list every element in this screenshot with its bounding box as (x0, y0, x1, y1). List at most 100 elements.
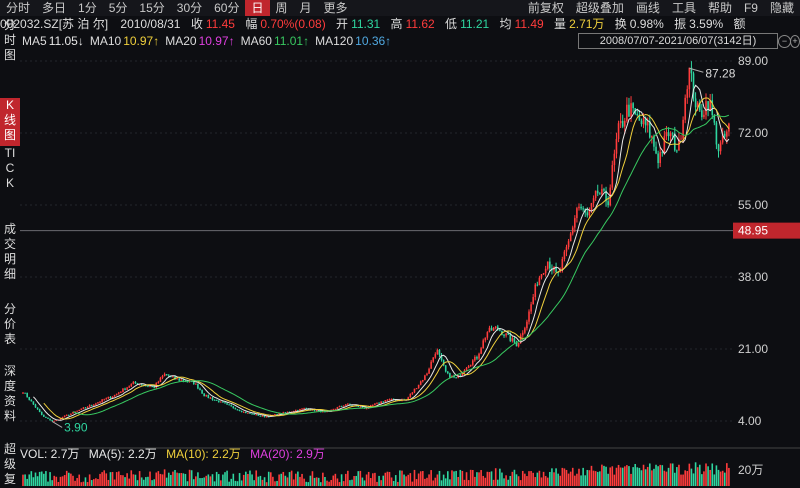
candle-body (715, 122, 718, 145)
candle-body (659, 152, 661, 164)
volume-bar (648, 463, 651, 486)
candle-body (36, 407, 39, 410)
tab-multi-day[interactable]: 多日 (36, 0, 72, 16)
candle-body (180, 379, 183, 381)
zoom-in-icon[interactable]: + (790, 35, 800, 48)
candle-body (532, 297, 534, 305)
candle-body (574, 218, 576, 228)
candle-body (82, 407, 85, 409)
candle-body (526, 321, 528, 329)
volume-bar (257, 476, 260, 486)
candle-body (471, 360, 474, 365)
volume-bar (546, 477, 549, 486)
candle-body (261, 415, 264, 417)
volume-bar (444, 478, 447, 486)
volume-bar (592, 470, 595, 486)
volume-bar (713, 474, 716, 486)
candle-body (505, 333, 507, 336)
candle-body (24, 392, 26, 394)
volume-bar (159, 473, 162, 486)
tab-1min[interactable]: 1分 (72, 0, 103, 16)
volume-bar (642, 464, 645, 486)
candle-body (130, 384, 133, 387)
volume-bar (28, 474, 31, 486)
ma10-line (43, 97, 730, 420)
volume-bar (55, 476, 58, 486)
tools-button[interactable]: 工具 (666, 0, 702, 16)
side-tab-trade-detail[interactable]: 成交明细 (3, 222, 17, 286)
candle-body (99, 401, 101, 403)
ma120-value: 10.36↑ (355, 34, 392, 48)
help-button[interactable]: 帮助 (702, 0, 738, 16)
volume-bar (259, 475, 262, 486)
volume-bar (515, 474, 518, 486)
tab-5min[interactable]: 5分 (103, 0, 134, 16)
candle-body (120, 391, 122, 393)
side-tab-super[interactable]: 超级复 (3, 442, 17, 488)
date-range-box[interactable]: 2008/07/07-2021/06/07(3142日) (578, 33, 778, 49)
tab-intraday[interactable]: 分时 (0, 0, 36, 16)
volume-bar (284, 475, 287, 486)
forward-adjust-button[interactable]: 前复权 (522, 0, 570, 16)
candle-body (109, 396, 112, 399)
candle-body (509, 334, 512, 342)
tab-more[interactable]: 更多 (318, 0, 354, 16)
candle-body (88, 405, 91, 407)
hide-button[interactable]: 隐藏 (764, 0, 800, 16)
candle-body (68, 414, 70, 416)
candle-body (132, 381, 135, 385)
candle-body (117, 392, 120, 394)
volume-bar (505, 475, 507, 486)
kline-chart[interactable]: 89.00 72.00 55.00 38.00 21.00 4.00 48.95 20万 87… (20, 50, 800, 488)
candle-body (53, 420, 56, 422)
volume-bar (436, 474, 439, 486)
volume-bar (34, 472, 37, 486)
volume-bar (499, 468, 501, 486)
side-tab-depth[interactable]: 深度资料 (3, 364, 17, 428)
tab-60min[interactable]: 60分 (208, 0, 245, 16)
volume-bar (609, 467, 612, 486)
candle-body (115, 393, 118, 395)
super-overlay-button[interactable]: 超级叠加 (570, 0, 630, 16)
candle-body (409, 393, 412, 398)
tab-monthly[interactable]: 月 (294, 0, 318, 16)
volume-bar (142, 479, 145, 486)
volume-bar (134, 474, 137, 486)
volume-bar (180, 472, 183, 486)
volume-bar (61, 476, 64, 486)
candle-body (665, 132, 668, 137)
tab-15min[interactable]: 15分 (133, 0, 170, 16)
turnover-label: 换 (614, 17, 627, 31)
volume-bar (147, 476, 149, 486)
volume-bar (611, 466, 614, 486)
volume-bar (272, 476, 274, 486)
volume-bar (309, 475, 312, 486)
ma10-value: 10.97↑ (123, 34, 160, 48)
side-tab-intraday[interactable]: 分时图 (3, 18, 17, 66)
draw-line-button[interactable]: 画线 (630, 0, 666, 16)
volume-bar (128, 478, 130, 486)
candle-body (492, 328, 495, 331)
volume-bar (43, 473, 45, 486)
volume-bar (669, 463, 672, 486)
candle-body (301, 408, 303, 410)
volume-bar (521, 470, 524, 486)
tab-weekly[interactable]: 周 (270, 0, 294, 16)
volume-bar (140, 477, 143, 486)
side-tab-tick[interactable]: TICK (3, 146, 17, 210)
volume-tick-label: 20万 (738, 463, 763, 477)
tab-30min[interactable]: 30分 (171, 0, 208, 16)
volume-bar (153, 479, 155, 486)
high-value: 11.62 (405, 17, 435, 31)
side-tab-price-table[interactable]: 分价表 (3, 302, 17, 350)
tab-daily[interactable]: 日 (245, 0, 270, 16)
volume-bar (382, 475, 385, 486)
volume-bar (326, 480, 328, 486)
volume-bar (76, 478, 78, 486)
side-tab-kline[interactable]: K线图 (0, 98, 20, 146)
volume-bar (330, 480, 332, 486)
volume-bar (413, 469, 416, 486)
f9-button[interactable]: F9 (738, 0, 764, 16)
turnover-value: 0.98% (629, 17, 664, 31)
candle-body (201, 390, 203, 394)
